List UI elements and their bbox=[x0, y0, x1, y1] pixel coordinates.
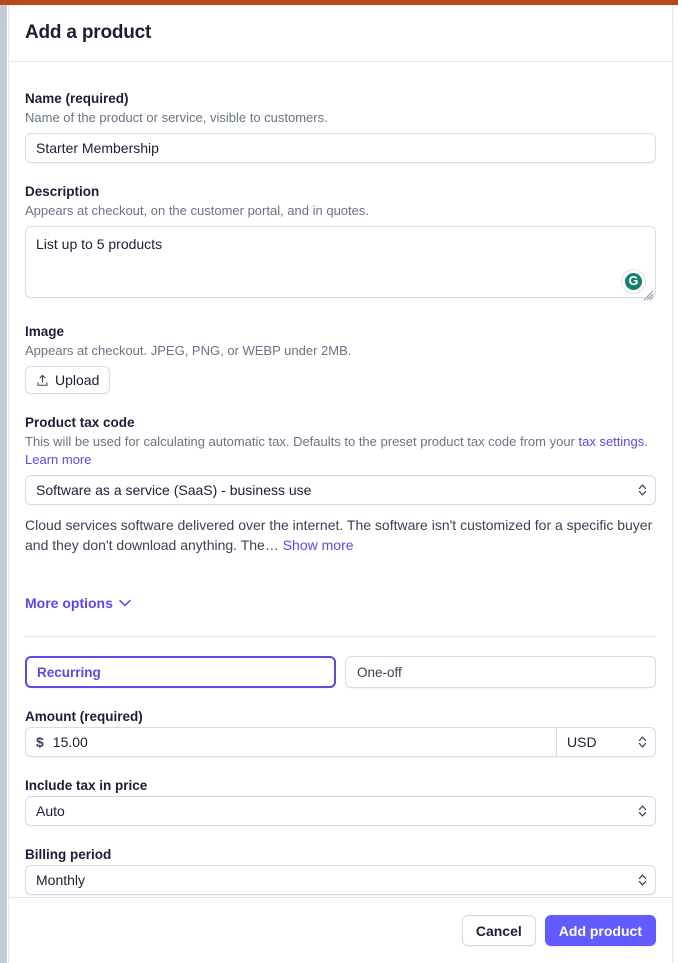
include-tax-select-wrap: Auto bbox=[25, 796, 656, 826]
pricing-type-recurring[interactable]: Recurring bbox=[25, 656, 336, 688]
name-input[interactable] bbox=[25, 133, 656, 163]
tax-code-hint-period: . bbox=[644, 434, 648, 449]
dialog-body: Name (required) Name of the product or s… bbox=[9, 62, 672, 897]
grammarly-icon[interactable]: G bbox=[621, 269, 646, 294]
add-product-button[interactable]: Add product bbox=[545, 915, 656, 946]
tax-code-description: Cloud services software delivered over t… bbox=[25, 515, 656, 555]
field-billing-period: Billing period Monthly bbox=[25, 846, 656, 895]
upload-button-label: Upload bbox=[55, 372, 99, 388]
amount-input-wrap: $ bbox=[25, 727, 556, 757]
tax-code-hint: This will be used for calculating automa… bbox=[25, 433, 656, 469]
billing-period-select-wrap: Monthly bbox=[25, 865, 656, 895]
upload-button[interactable]: Upload bbox=[25, 366, 110, 394]
pricing-type-group: Recurring One-off bbox=[25, 656, 656, 688]
image-hint: Appears at checkout. JPEG, PNG, or WEBP … bbox=[25, 342, 656, 360]
tax-settings-link[interactable]: tax settings bbox=[579, 434, 645, 449]
learn-more-link[interactable]: Learn more bbox=[25, 451, 91, 469]
pricing-type-one-off-label: One-off bbox=[357, 665, 402, 680]
include-tax-select[interactable]: Auto bbox=[25, 796, 656, 826]
amount-input[interactable] bbox=[53, 728, 546, 756]
description-input[interactable]: List up to 5 products bbox=[25, 226, 656, 298]
pricing-type-one-off[interactable]: One-off bbox=[345, 656, 656, 688]
field-description: Description Appears at checkout, on the … bbox=[25, 183, 656, 303]
name-hint: Name of the product or service, visible … bbox=[25, 109, 656, 127]
currency-select[interactable]: USD bbox=[556, 727, 656, 757]
dialog-header: Add a product bbox=[9, 5, 672, 62]
currency-select-wrap: USD bbox=[556, 727, 656, 757]
description-label: Description bbox=[25, 183, 656, 201]
field-amount: Amount (required) $ USD bbox=[25, 708, 656, 757]
description-textarea-wrap: List up to 5 products G bbox=[25, 226, 656, 303]
image-label: Image bbox=[25, 323, 656, 341]
grammarly-letter: G bbox=[625, 273, 642, 290]
tax-code-hint-text: This will be used for calculating automa… bbox=[25, 434, 579, 449]
page-scrollbar[interactable] bbox=[0, 5, 7, 963]
currency-symbol: $ bbox=[36, 734, 44, 750]
tax-code-select-wrap: Software as a service (SaaS) - business … bbox=[25, 475, 656, 505]
amount-row: $ USD bbox=[25, 727, 656, 757]
amount-label: Amount (required) bbox=[25, 708, 656, 726]
billing-period-select[interactable]: Monthly bbox=[25, 865, 656, 895]
field-tax-code: Product tax code This will be used for c… bbox=[25, 414, 656, 555]
tax-code-label: Product tax code bbox=[25, 414, 656, 432]
billing-period-label: Billing period bbox=[25, 846, 656, 864]
page-scrollbar-thumb[interactable] bbox=[0, 5, 7, 963]
show-more-link[interactable]: Show more bbox=[283, 537, 354, 553]
dialog-footer: Cancel Add product bbox=[9, 897, 672, 963]
description-hint: Appears at checkout, on the customer por… bbox=[25, 202, 656, 220]
field-image: Image Appears at checkout. JPEG, PNG, or… bbox=[25, 323, 656, 394]
include-tax-label: Include tax in price bbox=[25, 777, 656, 795]
tax-code-select[interactable]: Software as a service (SaaS) - business … bbox=[25, 475, 656, 505]
field-include-tax: Include tax in price Auto bbox=[25, 777, 656, 826]
cancel-button[interactable]: Cancel bbox=[462, 915, 536, 946]
page-title: Add a product bbox=[25, 22, 151, 44]
more-options-toggle[interactable]: More options bbox=[25, 595, 131, 611]
field-name: Name (required) Name of the product or s… bbox=[25, 90, 656, 163]
pricing-type-recurring-label: Recurring bbox=[37, 665, 101, 680]
name-label: Name (required) bbox=[25, 90, 656, 108]
add-product-dialog: Add a product Name (required) Name of th… bbox=[8, 5, 673, 963]
upload-icon bbox=[36, 374, 49, 387]
chevron-down-icon bbox=[119, 599, 131, 607]
section-divider bbox=[25, 636, 656, 637]
more-options-label: More options bbox=[25, 595, 113, 611]
